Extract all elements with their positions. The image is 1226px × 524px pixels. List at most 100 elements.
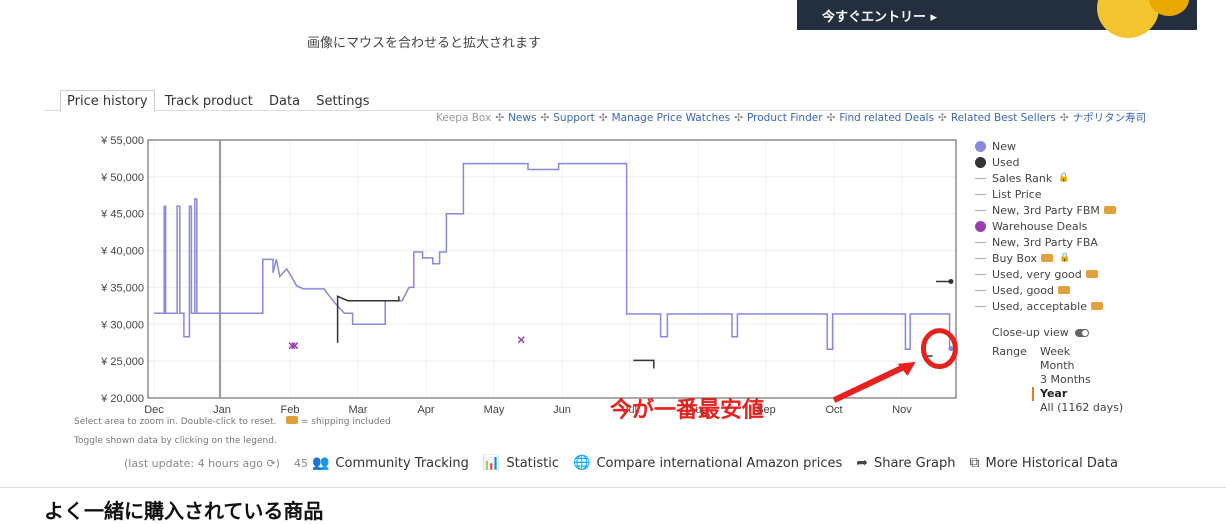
history-label: More Historical Data [985,455,1118,471]
truck-icon [1085,270,1098,278]
x-tick-label: Feb [281,404,300,416]
section-divider [0,487,1226,488]
legend-label: Used [992,155,1020,169]
link-support[interactable]: Support [553,112,595,124]
keepa-box-label: Keepa Box [436,112,492,124]
y-tick-label: ¥ 40,000 [100,246,144,258]
legend-dash-icon [975,289,986,291]
link-related-deals[interactable]: Find related Deals [839,112,934,124]
users-icon: 👥 [311,455,330,471]
x-tick-label: Dec [144,404,164,416]
range-option[interactable]: Year [1032,387,1123,401]
tab-price-history[interactable]: Price history [60,90,155,113]
y-tick-label: ¥ 55,000 [100,135,144,147]
share-icon: ➦ [856,455,868,471]
legend-item[interactable]: Used, very good [975,266,1116,282]
link-news[interactable]: News [508,112,536,124]
price-history-chart[interactable]: ¥ 20,000 ¥ 25,000 ¥ 30,000 ¥ 35,000 ¥ 40,000… [70,130,970,420]
link-manage-watches[interactable]: Manage Price Watches [612,112,731,124]
bar-chart-icon: 📊 [482,455,501,471]
range-label: Range [992,345,1027,358]
note-toggle: Toggle shown data by clicking on the leg… [74,435,277,446]
legend-dot-icon [975,156,986,168]
y-tick-label: ¥ 30,000 [100,319,144,331]
chart-legend: New Used Sales Rank 🔒 List Price New, 3rd Par… [975,138,1116,314]
legend-dash-icon [975,257,986,259]
legend-label: List Price [992,187,1042,201]
lock-icon: 🔒 [1058,173,1070,183]
tab-settings[interactable]: Settings [310,91,375,112]
legend-item[interactable]: Sales Rank 🔒 [975,170,1116,186]
compare-label: Compare international Amazon prices [596,455,843,471]
range-option[interactable]: All (1162 days) [1032,401,1123,415]
legend-dash-icon [975,177,986,179]
more-history-button[interactable]: ⧉ More Historical Data [970,455,1118,471]
legend-item[interactable]: New, 3rd Party FBM [975,202,1116,218]
legend-label: Buy Box [992,251,1037,265]
range-selector: Week Month 3 Months Year All (1162 days) [1032,345,1123,415]
share-graph-button[interactable]: ➦ Share Graph [856,455,955,471]
note-zoom: Select area to zoom in. Double-click to … [74,417,277,427]
x-tick-label: Jan [213,404,231,416]
x-tick-label: Jun [553,404,571,416]
legend-label: New, 3rd Party FBA [992,235,1098,249]
tab-track-product[interactable]: Track product [159,91,259,112]
closeup-view-toggle[interactable]: Close-up view [975,326,1089,339]
tab-data[interactable]: Data [263,91,306,112]
legend-label: Used, very good [992,267,1082,281]
plot-border [147,139,957,399]
legend-item[interactable]: List Price [975,186,1116,202]
legend-item[interactable]: Used, good [975,282,1116,298]
zoom-hint: 画像にマウスを合わせると拡大されます [307,36,542,51]
legend-item[interactable]: New, 3rd Party FBA [975,234,1116,250]
refresh-icon[interactable]: ⟳) [266,457,280,470]
x-tick-label: May [484,404,505,416]
legend-item[interactable]: Used [975,154,1116,170]
range-option[interactable]: Week [1032,345,1123,359]
link-best-sellers[interactable]: Related Best Sellers [951,112,1056,124]
warehouse-deal-marker [517,336,525,344]
range-option[interactable]: Month [1032,359,1123,373]
y-tick-label: ¥ 25,000 [100,356,144,368]
series-new-endpoint [948,346,954,352]
promo-banner[interactable]: 今すぐエントリー ▸ [797,0,1197,38]
share-label: Share Graph [873,455,956,471]
keepa-toolbar: (last update: 4 hours ago ⟳) 45 👥 Commun… [124,455,1118,471]
chart-notes: Select area to zoom in. Double-click to … [74,416,391,447]
community-tracking-button[interactable]: 45 👥 Community Tracking [294,455,469,471]
x-tick-label: Mar [349,404,368,416]
y-tick-label: ¥ 50,000 [100,172,144,184]
toggle-switch[interactable] [1074,328,1089,337]
link-product-finder[interactable]: Product Finder [747,112,823,124]
legend-dash-icon [975,209,986,211]
truck-icon [1040,254,1053,262]
legend-item[interactable]: Buy Box 🔒 [975,250,1116,266]
legend-item[interactable]: Used, acceptable [975,298,1116,314]
legend-label: Warehouse Deals [992,219,1088,233]
compare-prices-button[interactable]: 🌐 Compare international Amazon prices [573,455,842,471]
section-title: よく一緒に購入されている商品 [44,499,324,523]
note-shipping: = shipping included [300,417,391,427]
link-product-name[interactable]: ナポリタン寿司 [1073,112,1147,124]
legend-item[interactable]: Warehouse Deals [975,218,1116,234]
statistic-label: Statistic [506,455,560,471]
x-tick-label: Nov [892,404,912,416]
series-new-line [154,162,951,351]
lock-icon: 🔒 [1058,253,1071,263]
legend-dash-icon [975,241,986,243]
keepa-links: Keepa Box ✣ News ✣ Support ✣ Manage Price Watc… [436,112,1147,124]
legend-label: Sales Rank [992,171,1053,185]
banner-cta[interactable]: 今すぐエントリー ▸ [822,6,937,25]
truck-icon [1090,302,1103,310]
range-option[interactable]: 3 Months [1032,373,1123,387]
y-tick-label: ¥ 20,000 [100,393,144,405]
copy-icon: ⧉ [969,455,980,471]
legend-dot-icon [975,140,986,152]
legend-item[interactable]: New [975,138,1116,154]
statistic-button[interactable]: 📊 Statistic [483,455,559,471]
legend-dash-icon [975,305,986,307]
legend-dash-icon [975,273,986,275]
keepa-tabs: Price history Track product Data Setting… [60,90,376,113]
legend-label: New, 3rd Party FBM [992,203,1100,217]
legend-label: Used, good [992,283,1054,297]
